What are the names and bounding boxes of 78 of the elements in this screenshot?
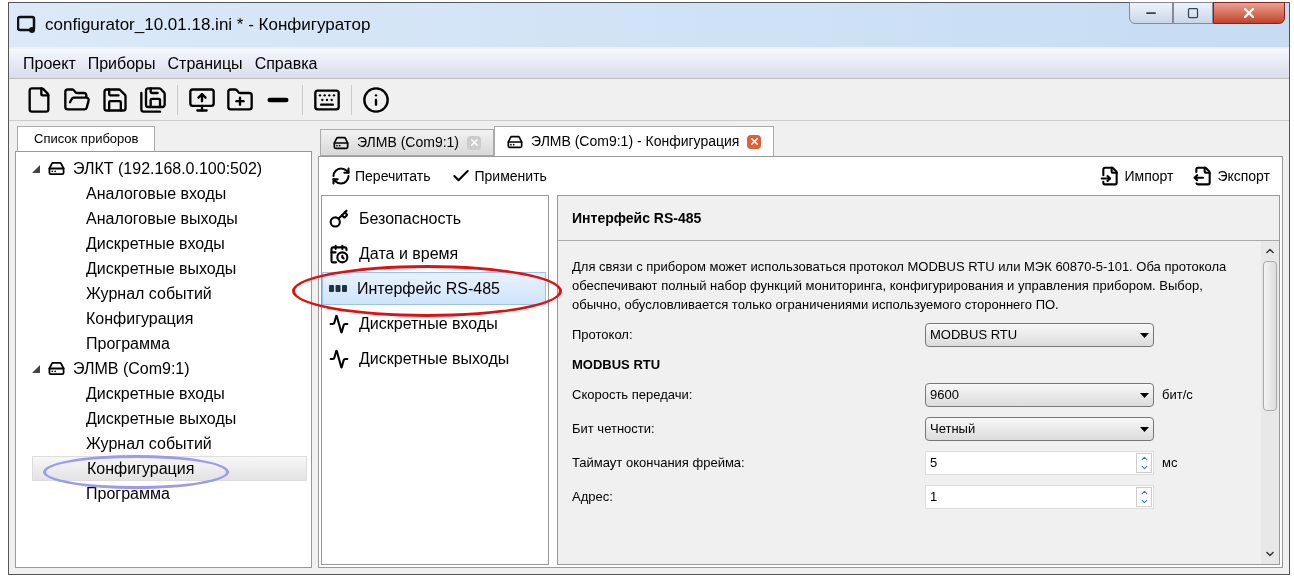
section-heading: MODBUS RTU <box>572 356 661 375</box>
tree-item[interactable]: ЭЛКТ (192.168.0.100:502) <box>73 156 263 181</box>
maximize-button[interactable] <box>1173 2 1213 24</box>
field-label: Бит четности: <box>572 420 656 439</box>
tree-item[interactable]: Журнал событий <box>32 431 307 456</box>
tree-item[interactable]: Дискретные входы <box>32 231 307 256</box>
tab-label: ЭЛМВ (Com9:1) - Конфигурация <box>531 132 740 151</box>
tree-item[interactable]: ЭЛМВ (Com9:1) <box>73 356 190 381</box>
section-item[interactable]: Интерфейс RS-485 <box>322 272 546 305</box>
tree-item[interactable]: Программа <box>32 481 307 506</box>
app-icon <box>17 15 37 35</box>
field-label: Таймаут окончания фрейма: <box>572 454 746 473</box>
pulse-icon <box>329 313 349 334</box>
reload-button[interactable]: Перечитать <box>327 165 435 187</box>
file-export-icon <box>1193 166 1214 186</box>
tree-item[interactable]: Конфигурация <box>32 306 307 331</box>
apply-button[interactable]: Применить <box>446 165 551 187</box>
device-icon <box>48 360 65 377</box>
dropdown[interactable]: Четный <box>925 417 1154 441</box>
field-label: Протокол: <box>572 326 634 345</box>
dropdown-arrow-icon <box>1140 332 1149 338</box>
document-tab[interactable]: ЭЛМВ (Com9:1) <box>320 129 495 156</box>
folder-plus-icon[interactable] <box>226 85 254 114</box>
expand-icon[interactable] <box>32 164 40 173</box>
tree-item[interactable]: Журнал событий <box>32 281 307 306</box>
scrollbar[interactable] <box>1261 241 1279 564</box>
device-icon <box>333 134 349 151</box>
key-icon <box>329 208 349 229</box>
spin-field[interactable]: 1 <box>925 485 1154 509</box>
field-label: Скорость передачи: <box>572 386 694 405</box>
tree-item[interactable]: Дискретные входы <box>32 381 307 406</box>
device-icon <box>48 160 65 177</box>
unit-label: бит/с <box>1162 386 1193 405</box>
export-button[interactable]: Экспорт <box>1189 165 1274 187</box>
menu-item[interactable]: Справка <box>248 51 324 76</box>
menu-item[interactable]: Приборы <box>81 51 162 76</box>
calendar-icon <box>329 243 349 264</box>
maximize-icon <box>1187 7 1199 19</box>
expand-icon[interactable] <box>32 364 40 373</box>
tree-item[interactable]: Дискретные выходы <box>32 256 307 281</box>
tree-item[interactable]: Аналоговые входы <box>32 181 307 206</box>
close-tab-icon[interactable] <box>747 134 762 149</box>
close-icon <box>1241 5 1257 21</box>
section-item[interactable]: Дискретные входы <box>322 307 546 340</box>
dropdown[interactable]: MODBUS RTU <box>925 323 1154 347</box>
tree-item[interactable]: Программа <box>32 331 307 356</box>
dropdown[interactable]: 9600 <box>925 383 1154 407</box>
spin-field[interactable]: 5 <box>925 451 1154 475</box>
menu-item[interactable]: Страницы <box>161 51 249 76</box>
panel-title: Интерфейс RS-485 <box>572 208 702 228</box>
scrollbar-thumb[interactable] <box>1263 261 1277 411</box>
menu-item[interactable]: Проект <box>17 51 82 76</box>
save-icon[interactable] <box>101 85 129 114</box>
file-import-icon <box>1100 166 1121 186</box>
dropdown-arrow-icon <box>1140 426 1149 432</box>
document-tab[interactable]: ЭЛМВ (Com9:1) - Конфигурация <box>494 126 775 156</box>
section-item[interactable]: Дискретные выходы <box>322 342 546 375</box>
section-item[interactable]: Дата и время <box>322 237 546 270</box>
window-title: configurator_10.01.18.ini * - Конфигуратор <box>45 14 371 37</box>
tree-item[interactable]: Дискретные выходы <box>32 406 307 431</box>
spin-arrows-icon[interactable] <box>1136 487 1152 507</box>
unit-label: мс <box>1162 454 1178 473</box>
section-item[interactable]: Безопасность <box>322 202 546 235</box>
panel-tab[interactable]: Список приборов <box>17 126 156 151</box>
close-button[interactable] <box>1213 2 1285 24</box>
pulse-icon <box>329 348 349 369</box>
tree-item[interactable]: Аналоговые выходы <box>32 206 307 231</box>
description-text: Для связи с прибором может использоваться протокол MODBUS RTU или МЭК 60870-5-101. Оба протокола обеспечивают полный набор функций мониторинга, конфигурирования и управления прибором. Выбор, обычно, обусловливается только ограничениями используемого стороннего ПО. <box>572 258 1228 314</box>
save-all-icon[interactable] <box>139 85 167 114</box>
tab-label: ЭЛМВ (Com9:1) <box>357 133 460 152</box>
device-icon <box>507 133 524 150</box>
spin-arrows-icon[interactable] <box>1136 453 1152 473</box>
refresh-icon <box>331 166 351 186</box>
field-label: Адрес: <box>572 488 614 507</box>
tree-item[interactable]: Конфигурация <box>32 456 307 481</box>
import-button[interactable]: Импорт <box>1096 165 1178 187</box>
dropdown-arrow-icon <box>1140 392 1149 398</box>
info-icon[interactable] <box>362 85 390 114</box>
